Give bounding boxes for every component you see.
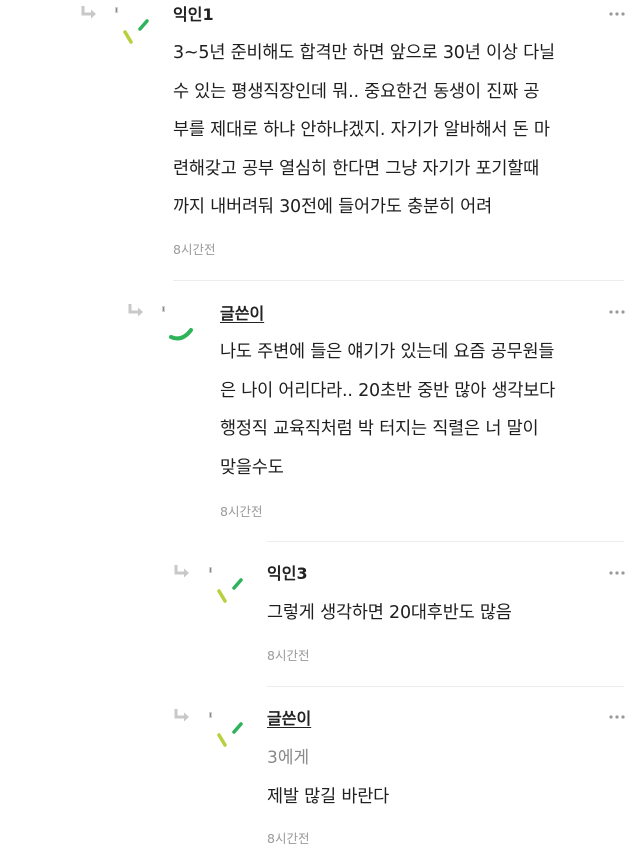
comment-divider [267,686,624,687]
reply-arrow-icon [128,304,143,317]
avatar[interactable] [118,14,158,54]
unread-marker-icon [115,7,118,13]
comment-author[interactable]: 글쓴이 [267,709,311,729]
reply-arrow-icon [174,565,189,578]
avatar[interactable] [212,573,252,613]
unread-marker-icon [162,306,165,312]
reply-mention[interactable]: 3에게 [267,748,309,768]
reply-arrow-icon [81,6,96,19]
comment-author[interactable]: 익인1 [173,5,214,25]
comment-timestamp: 8시간전 [267,831,310,846]
comment-divider [173,280,624,281]
comment-divider [267,541,624,542]
more-options-icon[interactable] [608,10,626,18]
comment-body: 그렇게 생각하면 20대후반도 많음 [267,603,512,623]
more-options-icon[interactable] [608,569,626,577]
comment-timestamp: 8시간전 [267,648,310,663]
comment-author[interactable]: 글쓴이 [220,304,264,324]
more-options-icon[interactable] [608,308,626,316]
avatar[interactable] [166,306,206,346]
avatar[interactable] [212,717,252,757]
comment-body: 제발 많길 바란다 [267,787,390,807]
comment-timestamp: 8시간전 [220,504,263,519]
comment-timestamp: 8시간전 [173,242,216,257]
comment-body: 나도 주변에 들은 얘기가 있는데 요즘 공무원들 은 나이 어리다라.. 20… [220,342,556,478]
comment-body: 3~5년 준비해도 합격만 하면 앞으로 30년 이상 다닐 수 있는 평생직장… [173,43,555,217]
reply-arrow-icon [174,709,189,722]
comment-author[interactable]: 익인3 [267,564,308,584]
more-options-icon[interactable] [608,713,626,721]
